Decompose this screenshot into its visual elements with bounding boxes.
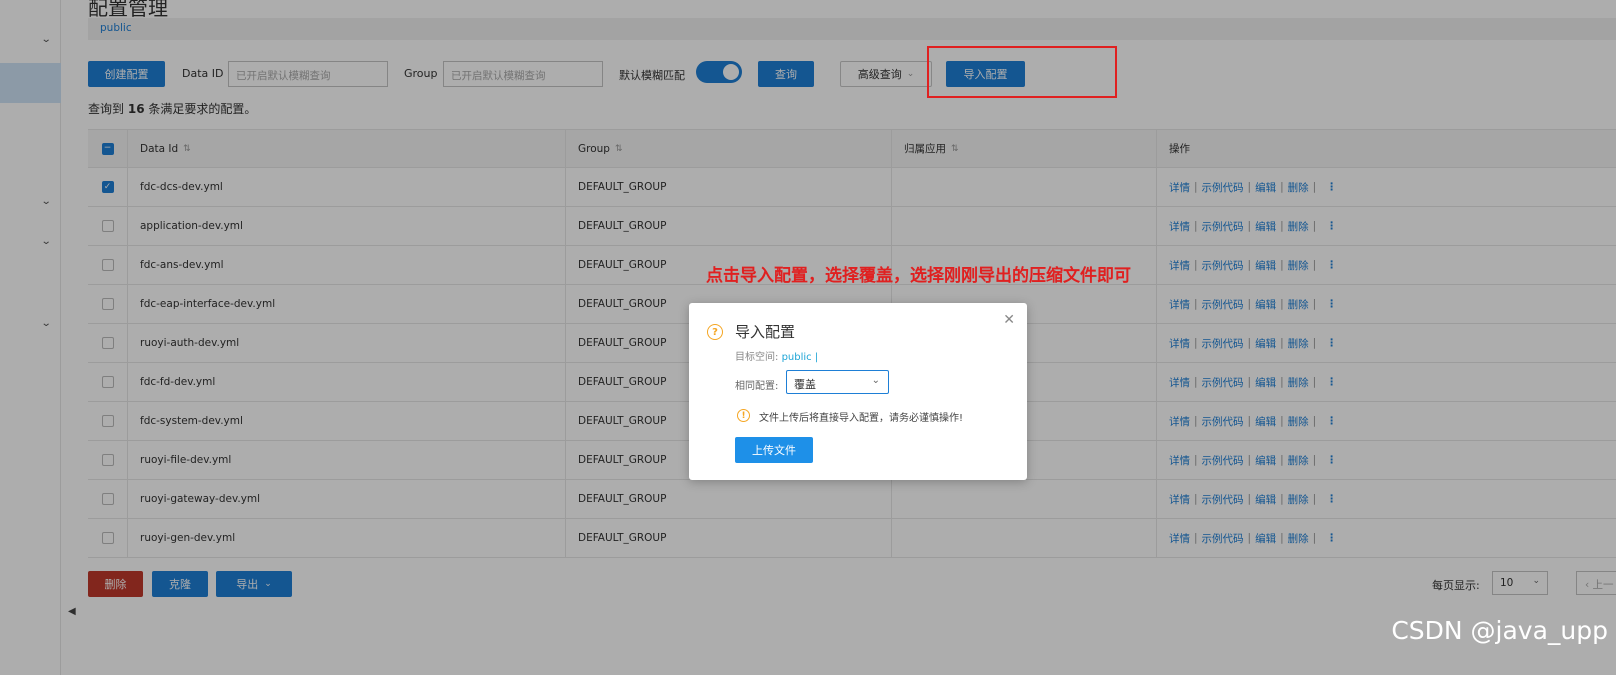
question-icon: ? [707,324,723,340]
same-config-value: 覆盖 [794,378,816,391]
annotation-text: 点击导入配置，选择覆盖，选择刚刚导出的压缩文件即可 [706,266,1131,286]
watermark-text: CSDN @java_upp [1391,616,1608,645]
import-config-dialog: ? 导入配置 ✕ 目标空间: public | 相同配置: 覆盖 ⌄ ! 文件上… [689,303,1027,480]
warning-text: 文件上传后将直接导入配置，请务必谨慎操作! [759,413,964,424]
chevron-down-icon: ⌄ [871,375,880,386]
target-suffix: | [814,352,819,363]
same-config-label: 相同配置: [735,381,779,392]
dialog-title: 导入配置 [735,323,796,341]
target-value: public [781,352,812,363]
close-icon[interactable]: ✕ [1003,312,1015,328]
target-label: 目标空间: [735,352,779,363]
upload-file-button[interactable]: 上传文件 [735,437,813,463]
highlight-import-button [927,46,1117,98]
warning-icon: ! [737,409,750,422]
target-namespace: 目标空间: public | [735,348,818,363]
same-config-select[interactable]: 覆盖 ⌄ [786,370,889,394]
